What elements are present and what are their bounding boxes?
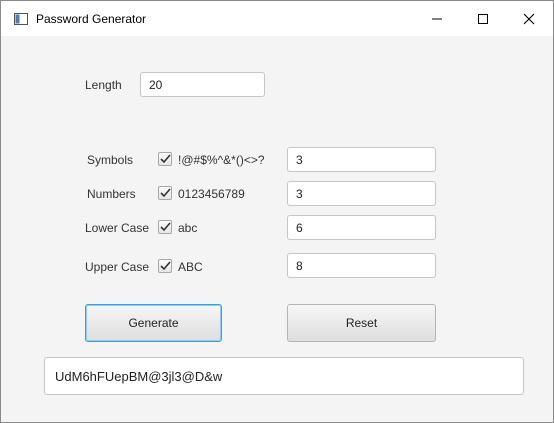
window-title: Password Generator — [36, 12, 147, 26]
symbols-chars: !@#$%^&*()<>? — [178, 153, 265, 167]
password-output-field[interactable]: UdM6hFUepBM@3jl3@D&w — [44, 357, 524, 395]
symbols-label: Symbols — [87, 153, 134, 167]
check-icon — [159, 154, 171, 164]
reset-button[interactable]: Reset — [287, 304, 436, 342]
minimize-button[interactable] — [414, 1, 460, 36]
symbols-count-input[interactable]: 3 — [287, 147, 436, 172]
check-icon — [159, 261, 171, 271]
lowercase-count-input[interactable]: 6 — [287, 215, 436, 240]
symbols-checkbox[interactable] — [158, 152, 172, 166]
numbers-chars: 0123456789 — [178, 187, 245, 201]
length-input[interactable]: 20 — [140, 72, 265, 97]
numbers-count-input[interactable]: 3 — [287, 181, 436, 206]
uppercase-label: Upper Case — [85, 260, 150, 274]
uppercase-checkbox[interactable] — [158, 259, 172, 273]
minimize-icon — [432, 18, 442, 19]
uppercase-chars: ABC — [178, 260, 203, 274]
title-bar[interactable]: Password Generator — [1, 1, 553, 36]
lowercase-checkbox[interactable] — [158, 220, 172, 234]
check-icon — [159, 222, 171, 232]
generate-button[interactable]: Generate — [85, 304, 222, 342]
lowercase-chars: abc — [178, 221, 198, 235]
length-label: Length — [85, 78, 122, 92]
check-icon — [159, 188, 171, 198]
app-window-icon — [14, 13, 28, 25]
numbers-label: Numbers — [87, 187, 136, 201]
maximize-icon — [478, 13, 488, 24]
uppercase-count-input[interactable]: 8 — [287, 253, 436, 278]
app-window: Password Generator Length 20 Symbols !@#… — [0, 0, 554, 423]
close-icon — [523, 13, 535, 24]
numbers-checkbox[interactable] — [158, 186, 172, 200]
lowercase-label: Lower Case — [85, 221, 150, 235]
close-button[interactable] — [506, 1, 552, 36]
maximize-button[interactable] — [460, 1, 506, 36]
